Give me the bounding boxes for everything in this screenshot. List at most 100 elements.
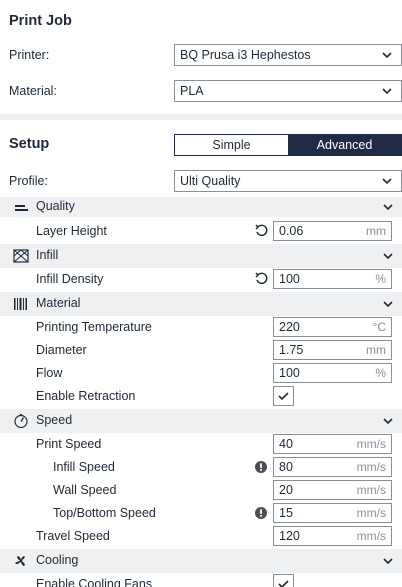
top-bottom-speed-value: 15 — [279, 506, 293, 520]
print-speed-unit: mm/s — [356, 437, 386, 451]
warning-icon[interactable] — [255, 507, 267, 519]
checkmark-icon — [278, 392, 289, 401]
setting-diameter: Diameter 1.75 mm — [0, 339, 402, 362]
setting-flow: Flow 100 % — [0, 362, 402, 385]
profile-select-value: Ulti Quality — [180, 174, 241, 188]
category-material-label: Material — [36, 296, 81, 310]
printing-temperature-input[interactable]: 220 °C — [273, 317, 392, 337]
category-quality[interactable]: Quality — [0, 197, 402, 217]
infill-speed-value: 80 — [279, 460, 293, 474]
category-infill-label: Infill — [36, 248, 59, 262]
speed-icon — [14, 414, 28, 428]
warning-icon[interactable] — [255, 461, 267, 473]
category-speed[interactable]: Speed — [0, 409, 402, 433]
infill-speed-input[interactable]: 80 mm/s — [273, 457, 392, 477]
mode-toggle: Simple Advanced — [174, 134, 402, 156]
setting-travel-speed: Travel Speed 120 mm/s — [0, 525, 402, 548]
infill-speed-label: Infill Speed — [53, 460, 115, 474]
flow-value: 100 — [279, 366, 300, 380]
enable-cooling-fans-label: Enable Cooling Fans — [36, 577, 153, 587]
material-icon — [14, 298, 27, 310]
setting-top-bottom-speed: Top/Bottom Speed 15 mm/s — [0, 502, 402, 525]
category-quality-label: Quality — [36, 199, 75, 213]
layer-height-value: 0.06 — [279, 224, 304, 238]
category-cooling-label: Cooling — [36, 553, 79, 567]
travel-speed-input[interactable]: 120 mm/s — [273, 526, 392, 546]
chevron-down-icon — [382, 52, 392, 59]
print-speed-value: 40 — [279, 437, 293, 451]
enable-retraction-checkbox[interactable] — [273, 386, 294, 406]
wall-speed-label: Wall Speed — [53, 483, 117, 497]
printer-select[interactable]: BQ Prusa i3 Hephestos — [174, 44, 402, 66]
travel-speed-unit: mm/s — [356, 529, 386, 543]
chevron-down-icon — [383, 418, 393, 425]
print-speed-label: Print Speed — [36, 437, 102, 451]
top-bottom-speed-label: Top/Bottom Speed — [53, 506, 156, 520]
enable-cooling-fans-checkbox[interactable] — [273, 574, 294, 587]
setting-enable-cooling-fans: Enable Cooling Fans — [0, 573, 402, 587]
infill-density-label: Infill Density — [36, 272, 104, 286]
diameter-unit: mm — [366, 343, 386, 357]
category-infill[interactable]: Infill — [0, 244, 402, 268]
chevron-down-icon — [382, 178, 392, 185]
infill-density-input[interactable]: 100 % — [273, 269, 392, 289]
infill-icon — [13, 249, 29, 263]
printer-label: Printer: — [9, 48, 50, 62]
category-cooling[interactable]: Cooling — [0, 549, 402, 573]
material-label: Material: — [9, 84, 57, 98]
infill-density-unit: % — [375, 272, 386, 286]
reset-icon[interactable] — [254, 224, 268, 238]
top-bottom-speed-input[interactable]: 15 mm/s — [273, 503, 392, 523]
setting-layer-height: Layer Height 0.06 mm — [0, 220, 402, 243]
cooling-icon — [15, 556, 25, 566]
section-divider — [0, 114, 402, 120]
wall-speed-input[interactable]: 20 mm/s — [273, 480, 392, 500]
setting-printing-temperature: Printing Temperature 220 °C — [0, 316, 402, 339]
chevron-down-icon — [382, 88, 392, 95]
travel-speed-label: Travel Speed — [36, 529, 110, 543]
flow-unit: % — [375, 366, 386, 380]
print-job-title: Print Job — [9, 13, 72, 29]
flow-label: Flow — [36, 366, 63, 380]
layer-height-unit: mm — [366, 224, 386, 238]
layer-height-input[interactable]: 0.06 mm — [273, 221, 392, 241]
printer-select-value: BQ Prusa i3 Hephestos — [180, 48, 311, 62]
checkmark-icon — [278, 580, 289, 587]
quality-icon — [15, 205, 28, 211]
mode-advanced-button[interactable]: Advanced — [288, 135, 401, 155]
chevron-down-icon — [383, 253, 393, 260]
material-select[interactable]: PLA — [174, 80, 402, 102]
setting-wall-speed: Wall Speed 20 mm/s — [0, 479, 402, 502]
wall-speed-value: 20 — [279, 483, 293, 497]
printing-temperature-label: Printing Temperature — [36, 320, 152, 334]
infill-speed-unit: mm/s — [356, 460, 386, 474]
setting-print-speed: Print Speed 40 mm/s — [0, 433, 402, 456]
setup-title: Setup — [9, 136, 50, 152]
category-speed-label: Speed — [36, 413, 73, 427]
infill-density-value: 100 — [279, 272, 300, 286]
travel-speed-value: 120 — [279, 529, 300, 543]
flow-input[interactable]: 100 % — [273, 363, 392, 383]
chevron-down-icon — [383, 301, 393, 308]
setting-infill-speed: Infill Speed 80 mm/s — [0, 456, 402, 479]
material-select-value: PLA — [180, 84, 204, 98]
diameter-value: 1.75 — [279, 343, 304, 357]
printing-temperature-value: 220 — [279, 320, 300, 334]
layer-height-label: Layer Height — [36, 224, 107, 238]
profile-label: Profile: — [9, 174, 48, 188]
printing-temperature-unit: °C — [372, 320, 386, 334]
wall-speed-unit: mm/s — [356, 483, 386, 497]
chevron-down-icon — [383, 558, 393, 565]
print-speed-input[interactable]: 40 mm/s — [273, 434, 392, 454]
reset-icon[interactable] — [254, 272, 268, 286]
diameter-input[interactable]: 1.75 mm — [273, 340, 392, 360]
enable-retraction-label: Enable Retraction — [36, 389, 136, 403]
setting-enable-retraction: Enable Retraction — [0, 385, 402, 408]
chevron-down-icon — [383, 204, 393, 211]
top-bottom-speed-unit: mm/s — [356, 506, 386, 520]
setting-infill-density: Infill Density 100 % — [0, 268, 402, 291]
mode-simple-button[interactable]: Simple — [175, 135, 288, 155]
diameter-label: Diameter — [36, 343, 87, 357]
profile-select[interactable]: Ulti Quality — [174, 170, 402, 192]
category-material[interactable]: Material — [0, 292, 402, 316]
